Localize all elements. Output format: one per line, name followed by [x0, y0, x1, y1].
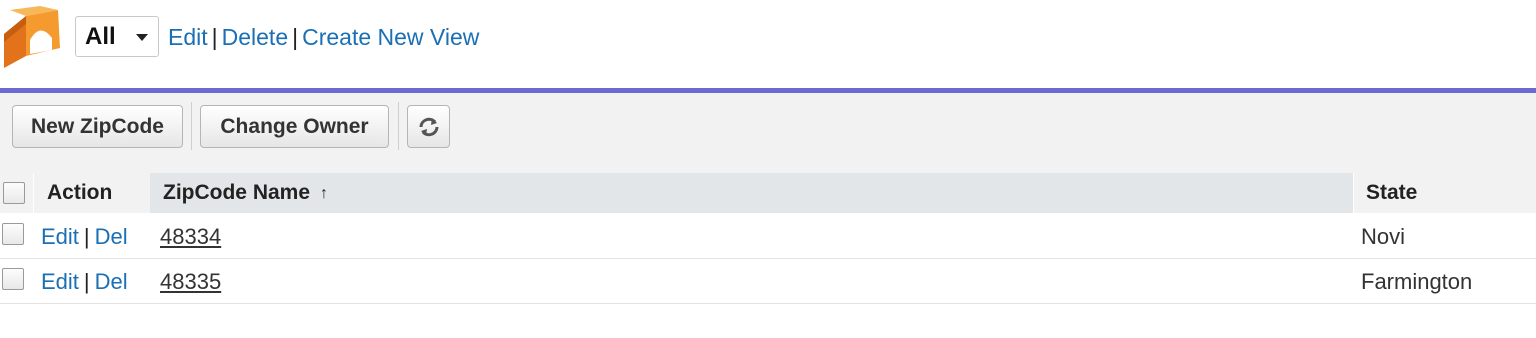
new-zipcode-button[interactable]: New ZipCode — [12, 105, 183, 148]
column-separator — [33, 173, 34, 213]
column-header-state[interactable]: State — [1366, 173, 1417, 213]
toolbar-divider — [398, 102, 399, 150]
toolbar-divider — [191, 102, 192, 150]
change-owner-button[interactable]: Change Owner — [200, 105, 389, 148]
edit-link[interactable]: Edit — [41, 224, 79, 249]
table-row: Edit | Del 48334 Novi — [0, 214, 1536, 259]
row-checkbox[interactable] — [2, 223, 24, 245]
chevron-down-icon — [136, 34, 148, 41]
column-separator — [1353, 173, 1354, 213]
table-header: Action ZipCode Name ↑ State — [0, 173, 1536, 213]
create-new-view-link[interactable]: Create New View — [302, 24, 479, 50]
column-header-action: Action — [47, 181, 113, 204]
link-separator: | — [292, 24, 299, 50]
view-links: Edit | Delete | Create New View — [168, 22, 479, 52]
sorted-column-highlight — [150, 173, 1353, 213]
edit-view-link[interactable]: Edit — [168, 24, 208, 50]
view-selector-value: All — [85, 23, 116, 50]
state-cell: Farmington — [1361, 269, 1473, 294]
view-selector[interactable]: All — [75, 16, 159, 57]
delete-view-link[interactable]: Delete — [222, 24, 288, 50]
refresh-icon — [419, 117, 438, 137]
list-toolbar: New ZipCode Change Owner — [0, 93, 1536, 173]
column-header-zipcode-name[interactable]: ZipCode Name ↑ — [163, 173, 328, 213]
delete-link[interactable]: Del — [95, 269, 128, 294]
column-header-zipcode-name-label: ZipCode Name — [163, 181, 311, 204]
state-cell: Novi — [1361, 224, 1406, 249]
row-actions: Edit | Del — [41, 259, 128, 304]
zipcode-name-link[interactable]: 48335 — [160, 259, 221, 304]
table-row: Edit | Del 48335 Farmington — [0, 259, 1536, 304]
zipcode-object-icon — [0, 4, 66, 70]
link-separator: | — [83, 224, 90, 249]
row-checkbox[interactable] — [2, 268, 24, 290]
link-separator: | — [83, 269, 90, 294]
list-view-header: All Edit | Delete | Create New View — [0, 0, 1536, 88]
link-separator: | — [211, 24, 218, 50]
edit-link[interactable]: Edit — [41, 269, 79, 294]
row-actions: Edit | Del — [41, 214, 128, 259]
select-all-checkbox[interactable] — [3, 182, 25, 204]
delete-link[interactable]: Del — [95, 224, 128, 249]
refresh-button[interactable] — [407, 105, 450, 148]
zipcode-name-link[interactable]: 48334 — [160, 214, 221, 259]
sort-ascending-icon: ↑ — [320, 185, 329, 202]
